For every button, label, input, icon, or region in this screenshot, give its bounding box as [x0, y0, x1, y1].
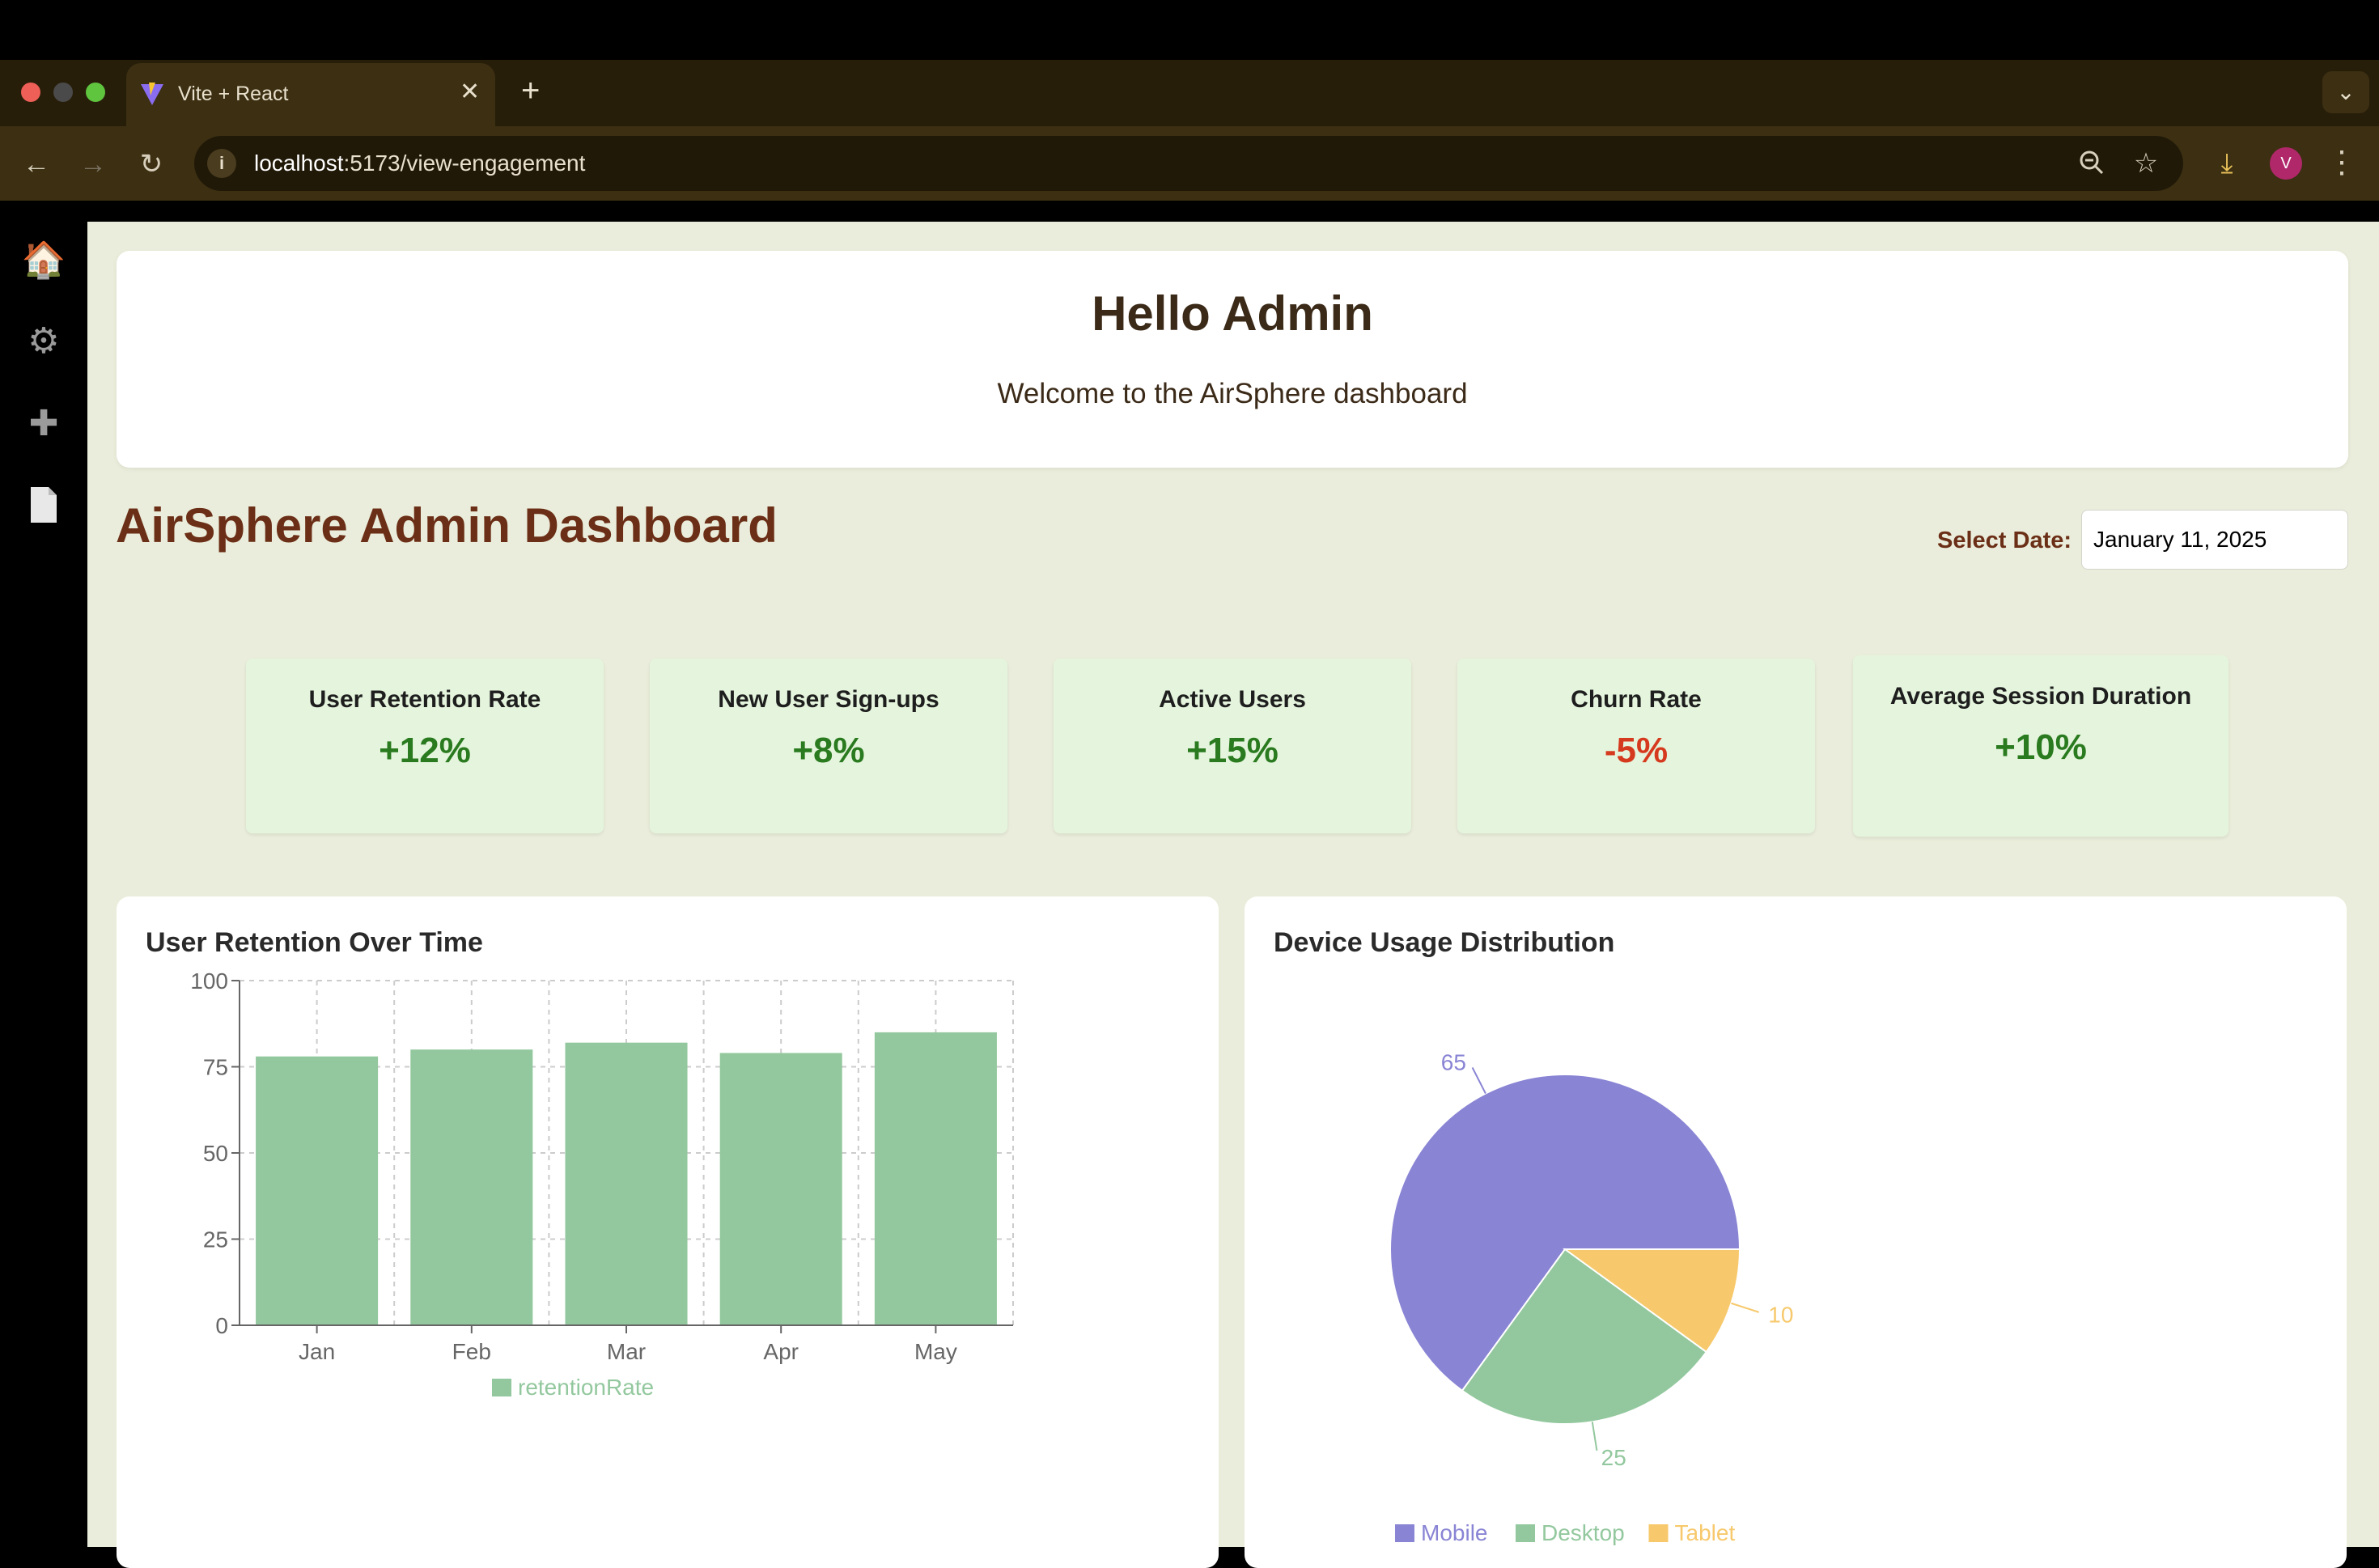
- y-tick-label: 25: [203, 1227, 228, 1252]
- metric-value: +12%: [379, 731, 471, 770]
- pie-label-line: [1731, 1302, 1759, 1313]
- x-tick-label: Mar: [607, 1339, 646, 1364]
- bar-may: [874, 1032, 997, 1325]
- maximize-window-button[interactable]: [86, 83, 105, 102]
- x-tick-label: Jan: [299, 1339, 335, 1364]
- metric-value: +8%: [792, 731, 865, 770]
- legend-label: retentionRate: [518, 1375, 654, 1400]
- metric-value: +15%: [1186, 731, 1279, 770]
- close-window-button[interactable]: [21, 83, 40, 102]
- metric-value: -5%: [1604, 731, 1669, 770]
- device-chart-title: Device Usage Distribution: [1274, 927, 1615, 958]
- y-tick-label: 75: [203, 1055, 228, 1080]
- vite-favicon-icon: [141, 83, 163, 105]
- reload-icon[interactable]: ↻: [131, 144, 172, 184]
- metric-card-signups: New User Sign-ups +8%: [650, 659, 1007, 833]
- metric-label: Churn Rate: [1571, 686, 1702, 713]
- pie-value-label: 25: [1601, 1445, 1626, 1470]
- retention-chart-title: User Retention Over Time: [146, 927, 483, 958]
- star-icon[interactable]: ☆: [2128, 146, 2164, 181]
- metric-label: New User Sign-ups: [718, 686, 939, 713]
- url-text[interactable]: localhost:5173/view-engagement: [254, 147, 585, 180]
- zoom-icon[interactable]: [2075, 146, 2110, 181]
- more-vert-icon[interactable]: ⋮: [2326, 142, 2358, 183]
- x-tick-label: May: [914, 1339, 957, 1364]
- pie-label-line: [1471, 1067, 1486, 1094]
- tab-title: Vite + React: [178, 83, 289, 105]
- date-picker-input[interactable]: [2081, 510, 2348, 570]
- date-label: Select Date:: [1937, 528, 2072, 553]
- bar-mar: [565, 1042, 688, 1325]
- x-tick-label: Apr: [763, 1339, 799, 1364]
- greeting-heading: Hello Admin: [1092, 286, 1373, 341]
- url-path: :5173/view-engagement: [343, 150, 586, 176]
- metric-card-churn: Churn Rate -5%: [1457, 659, 1815, 833]
- legend-label-desktop: Desktop: [1541, 1520, 1625, 1545]
- gear-icon[interactable]: ⚙: [19, 317, 68, 366]
- metric-card-active-users: Active Users +15%: [1054, 659, 1411, 833]
- forward-arrow-icon[interactable]: →: [73, 144, 113, 184]
- legend-label-mobile: Mobile: [1421, 1520, 1487, 1545]
- back-arrow-icon[interactable]: ←: [16, 144, 57, 184]
- profile-avatar[interactable]: V: [2270, 147, 2302, 180]
- pie-label-line: [1591, 1422, 1598, 1451]
- url-host: localhost: [254, 150, 344, 176]
- legend-swatch: [1395, 1524, 1414, 1542]
- pie-value-label: 65: [1441, 1049, 1466, 1074]
- y-tick-label: 50: [203, 1141, 228, 1166]
- legend-swatch: [492, 1379, 511, 1396]
- y-tick-label: 0: [215, 1313, 228, 1338]
- metric-card-retention: User Retention Rate +12%: [246, 659, 604, 833]
- metric-label: Average Session Duration: [1889, 683, 2192, 710]
- legend-label-tablet: Tablet: [1675, 1520, 1736, 1545]
- minimize-window-button[interactable]: [53, 83, 73, 102]
- bar-jan: [256, 1056, 379, 1325]
- tab-search-button[interactable]: ⌄: [2322, 71, 2369, 113]
- retention-bar-chart: 0 25 50 75 100 Jan Feb Mar Apr May retentionRate: [190, 968, 1014, 1400]
- legend-swatch: [1516, 1524, 1535, 1542]
- metric-label: Active Users: [1159, 686, 1306, 713]
- pie-value-label: 10: [1768, 1302, 1793, 1327]
- site-info-icon[interactable]: i: [207, 149, 236, 178]
- x-tick-label: Feb: [452, 1339, 491, 1364]
- download-icon[interactable]: ⤓: [2207, 144, 2246, 183]
- bar-feb: [410, 1049, 533, 1325]
- tab-close-icon[interactable]: ✕: [460, 78, 480, 107]
- welcome-text: Welcome to the AirSphere dashboard: [997, 378, 1468, 409]
- document-icon[interactable]: [19, 481, 68, 529]
- home-icon[interactable]: 🏠: [19, 236, 68, 285]
- device-pie-chart: 65 25 10 Mobile Desktop Tablet: [1389, 1049, 1793, 1545]
- plus-icon[interactable]: ✚: [19, 400, 68, 448]
- metric-value: +10%: [1995, 727, 2087, 767]
- legend-swatch: [1648, 1524, 1669, 1542]
- metric-label: User Retention Rate: [308, 686, 541, 713]
- page-title: AirSphere Admin Dashboard: [116, 498, 778, 553]
- bar-apr: [719, 1053, 842, 1325]
- new-tab-button[interactable]: +: [521, 74, 540, 107]
- y-tick-label: 100: [190, 968, 228, 994]
- metric-card-session-duration: Average Session Duration +10%: [1853, 655, 2228, 837]
